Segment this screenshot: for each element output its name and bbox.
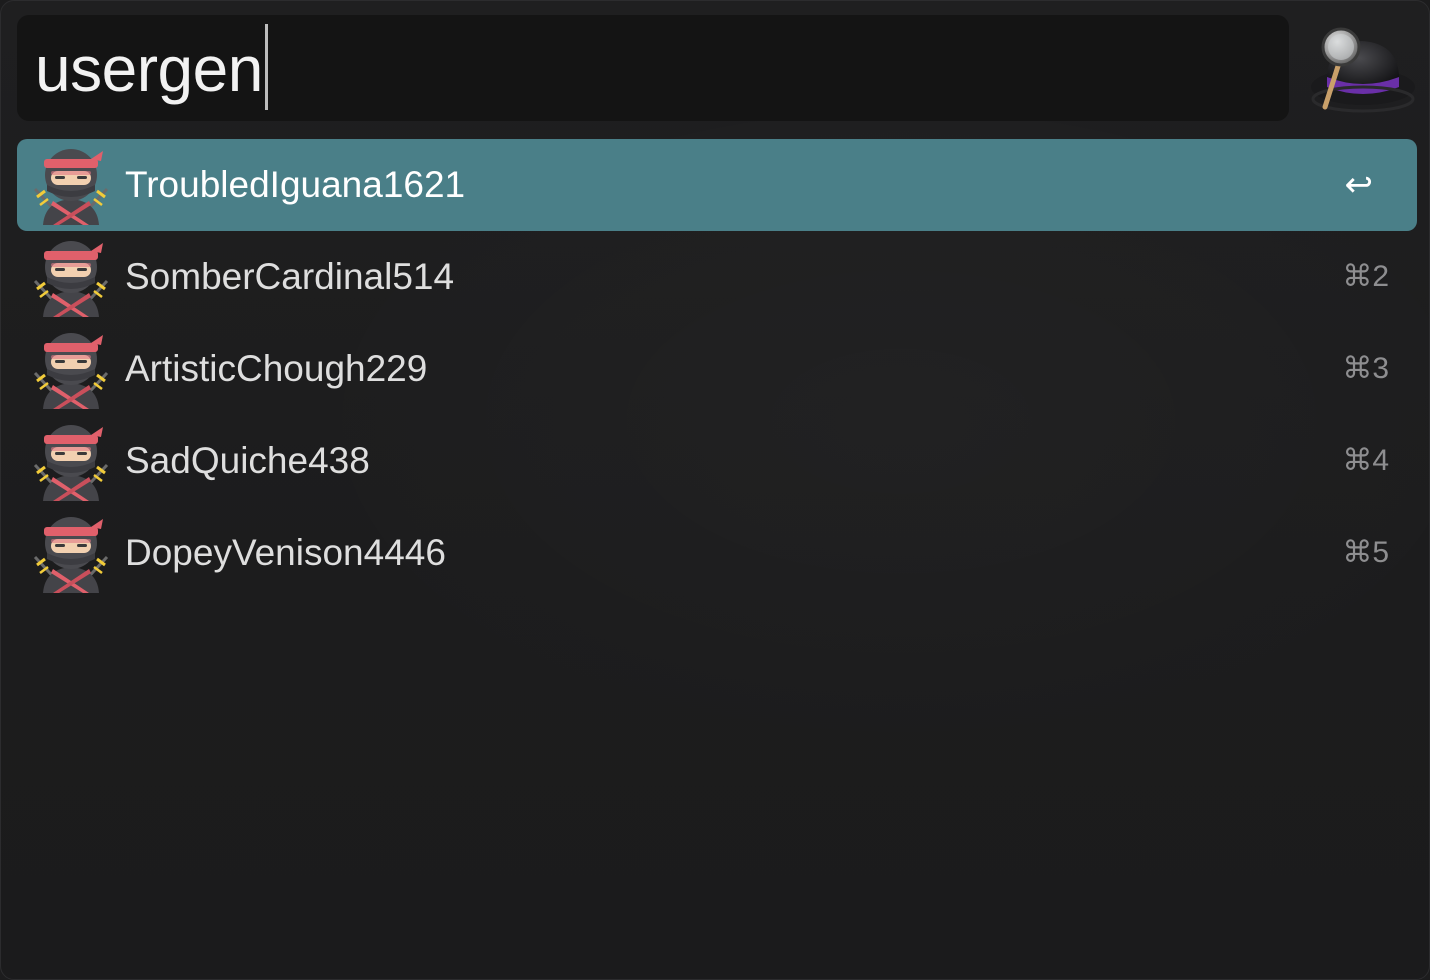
result-title: SomberCardinal514 [125, 256, 455, 297]
result-shortcut: ⌘4 [1342, 444, 1389, 477]
alfred-hat-icon [1305, 21, 1417, 115]
ninja-avatar-icon [31, 513, 111, 593]
search-query-value: usergen [35, 33, 263, 105]
result-shortcut: ⌘3 [1342, 352, 1389, 385]
result-title: DopeyVenison4446 [125, 532, 446, 573]
result-row-4[interactable]: SadQuiche438 ⌘4 [17, 415, 1417, 507]
result-shortcut: ⌘2 [1342, 260, 1389, 293]
result-row-1[interactable]: TroubledIguana1621 ↩ [17, 139, 1417, 231]
result-title: TroubledIguana1621 [125, 164, 466, 205]
launcher-window: usergen TroubledIguana1621 ↩ SomberCardi… [0, 0, 1430, 980]
search-input[interactable]: usergen [17, 15, 1289, 121]
ninja-avatar-icon [31, 145, 111, 225]
ninja-avatar-icon [31, 237, 111, 317]
search-query-text[interactable]: usergen [35, 24, 268, 110]
text-caret [264, 24, 268, 110]
results-list: TroubledIguana1621 ↩ SomberCardinal514 ⌘… [17, 139, 1417, 599]
ninja-avatar-icon [31, 329, 111, 409]
result-row-5[interactable]: DopeyVenison4446 ⌘5 [17, 507, 1417, 599]
result-row-2[interactable]: SomberCardinal514 ⌘2 [17, 231, 1417, 323]
result-title: SadQuiche438 [125, 440, 370, 481]
result-title: ArtisticChough229 [125, 348, 428, 389]
return-key-icon: ↩ [1344, 166, 1374, 204]
ninja-avatar-icon [31, 421, 111, 501]
result-shortcut: ⌘5 [1342, 536, 1389, 569]
result-row-3[interactable]: ArtisticChough229 ⌘3 [17, 323, 1417, 415]
